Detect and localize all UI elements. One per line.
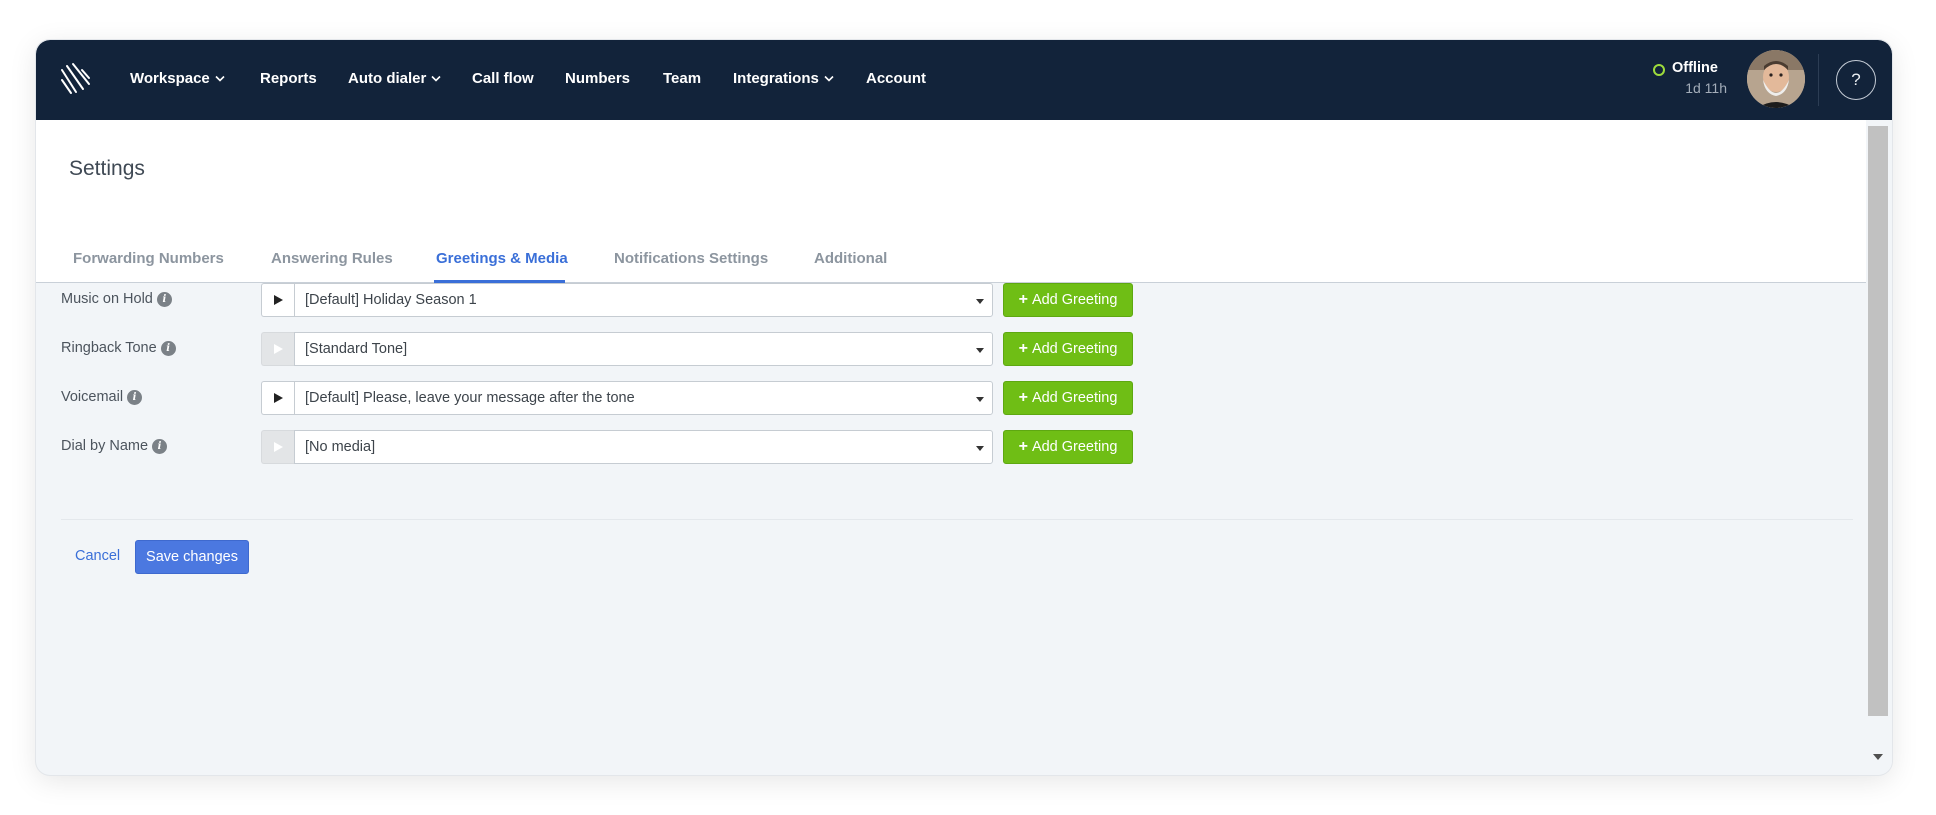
cancel-button[interactable]: Cancel — [75, 548, 120, 564]
select-value: [Default] Holiday Season 1 — [305, 292, 477, 308]
help-icon: ? — [1851, 70, 1861, 89]
scroll-down-arrow-icon[interactable] — [1873, 754, 1883, 760]
add-greeting-label: Add Greeting — [1031, 292, 1118, 308]
info-icon[interactable]: i — [152, 438, 168, 454]
music-on-hold-label: Music on Hold i — [61, 291, 172, 307]
tab-additional[interactable]: Additional — [814, 250, 887, 267]
page-title: Settings — [69, 157, 145, 180]
ringback-tone-select[interactable]: [Standard Tone] — [294, 332, 993, 366]
caret-down-icon — [976, 299, 984, 304]
dial-by-name-label: Dial by Name i — [61, 438, 168, 454]
status-indicator-icon — [1653, 64, 1665, 76]
caret-down-icon — [976, 446, 984, 451]
nav-team[interactable]: Team — [663, 70, 701, 87]
info-icon[interactable]: i — [160, 340, 176, 356]
add-greeting-button[interactable]: + Add Greeting — [1003, 430, 1133, 464]
play-button[interactable] — [261, 283, 294, 317]
voicemail-select[interactable]: [Default] Please, leave your message aft… — [294, 381, 993, 415]
row-label-text: Ringback Tone — [61, 340, 157, 356]
settings-header: Settings Forwarding Numbers Answering Ru… — [36, 120, 1866, 283]
caret-down-icon — [976, 348, 984, 353]
play-icon — [274, 295, 283, 305]
plus-icon: + — [1018, 438, 1028, 455]
play-icon — [274, 442, 283, 452]
info-icon[interactable]: i — [156, 291, 172, 307]
nav-auto-dialer-label: Auto dialer — [348, 70, 427, 87]
top-navbar: Workspace Reports Auto dialer Call flow … — [36, 40, 1892, 120]
nav-divider — [1818, 54, 1819, 106]
nav-account-label: Account — [866, 70, 926, 87]
form-divider — [61, 519, 1853, 520]
scrollbar-thumb[interactable] — [1868, 126, 1888, 716]
nav-workspace[interactable]: Workspace — [130, 70, 225, 87]
music-on-hold-select[interactable]: [Default] Holiday Season 1 — [294, 283, 993, 317]
save-changes-label: Save changes — [146, 549, 238, 565]
add-greeting-button[interactable]: + Add Greeting — [1003, 381, 1133, 415]
nav-integrations[interactable]: Integrations — [733, 70, 834, 87]
add-greeting-label: Add Greeting — [1031, 390, 1118, 406]
avatar[interactable] — [1747, 50, 1805, 108]
nav-team-label: Team — [663, 70, 702, 87]
plus-icon: + — [1018, 340, 1028, 357]
status-duration: 1d 11h — [1685, 80, 1727, 96]
play-icon — [274, 344, 283, 354]
info-icon[interactable]: i — [127, 389, 143, 405]
chevron-down-icon — [824, 75, 834, 82]
app-window: Workspace Reports Auto dialer Call flow … — [36, 40, 1892, 775]
nav-numbers-label: Numbers — [565, 70, 631, 87]
nav-workspace-label: Workspace — [130, 70, 210, 87]
nav-auto-dialer[interactable]: Auto dialer — [348, 70, 441, 87]
ringback-tone-label: Ringback Tone i — [61, 340, 176, 356]
status-label: Offline — [1672, 60, 1718, 76]
chevron-down-icon — [215, 75, 225, 82]
row-label-text: Music on Hold — [61, 291, 153, 307]
help-button[interactable]: ? — [1836, 60, 1876, 100]
tab-answering-rules[interactable]: Answering Rules — [271, 250, 393, 267]
row-label-text: Dial by Name — [61, 438, 149, 454]
play-button — [261, 332, 294, 366]
save-changes-button[interactable]: Save changes — [135, 540, 249, 574]
caret-down-icon — [976, 397, 984, 402]
play-button[interactable] — [261, 381, 294, 415]
plus-icon: + — [1018, 389, 1028, 406]
tab-forwarding-numbers[interactable]: Forwarding Numbers — [73, 250, 224, 267]
nav-numbers[interactable]: Numbers — [565, 70, 630, 87]
nav-integrations-label: Integrations — [733, 70, 819, 87]
settings-tabs: Forwarding Numbers Answering Rules Greet… — [36, 238, 1866, 283]
row-label-text: Voicemail — [61, 389, 124, 405]
app-logo-icon[interactable] — [58, 62, 92, 96]
nav-call-flow[interactable]: Call flow — [472, 70, 534, 87]
add-greeting-label: Add Greeting — [1031, 439, 1118, 455]
select-value: [Default] Please, leave your message aft… — [305, 390, 635, 406]
user-photo-icon — [1747, 50, 1805, 108]
chevron-down-icon — [431, 75, 441, 82]
play-icon — [274, 393, 283, 403]
nav-reports-label: Reports — [260, 70, 317, 87]
play-button — [261, 430, 294, 464]
tab-notifications-settings[interactable]: Notifications Settings — [614, 250, 768, 267]
add-greeting-button[interactable]: + Add Greeting — [1003, 332, 1133, 366]
tab-greetings-media[interactable]: Greetings & Media — [436, 250, 568, 267]
select-value: [No media] — [305, 439, 376, 455]
voicemail-label: Voicemail i — [61, 389, 143, 405]
add-greeting-label: Add Greeting — [1031, 341, 1118, 357]
add-greeting-button[interactable]: + Add Greeting — [1003, 283, 1133, 317]
nav-call-flow-label: Call flow — [472, 70, 534, 87]
nav-account[interactable]: Account — [866, 70, 926, 87]
select-value: [Standard Tone] — [305, 341, 408, 357]
nav-reports[interactable]: Reports — [260, 70, 317, 87]
plus-icon: + — [1018, 291, 1028, 308]
dial-by-name-select[interactable]: [No media] — [294, 430, 993, 464]
